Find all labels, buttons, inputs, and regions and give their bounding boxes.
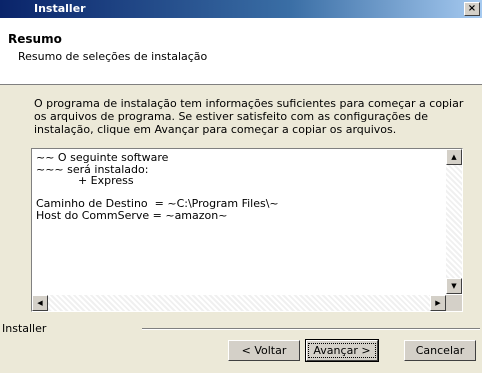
cancel-button[interactable]: Cancelar [404,340,476,361]
window-title: Installer [34,2,86,15]
back-button[interactable]: < Voltar [228,340,300,361]
next-button-label: Avançar > [308,343,376,358]
up-arrow-icon: ▲ [451,153,457,161]
page-subtitle: Resumo de seleções de instalação [18,50,208,63]
page-title: Resumo [8,32,62,46]
vertical-scrollbar[interactable]: ▲ ▼ [446,149,462,294]
right-arrow-icon: ▶ [435,299,441,307]
footer-divider [142,328,480,330]
scroll-up-button[interactable]: ▲ [446,149,462,165]
title-bar[interactable]: Installer × [0,0,482,18]
scroll-left-button[interactable]: ◀ [32,295,48,311]
installer-window: Installer × Resumo Resumo de seleções de… [0,0,482,373]
down-arrow-icon: ▼ [451,282,457,290]
scroll-right-button[interactable]: ▶ [430,295,446,311]
description-text: O programa de instalação tem informações… [34,97,464,136]
next-button[interactable]: Avançar > [305,339,379,362]
header-panel: Resumo Resumo de seleções de instalação [0,18,482,85]
summary-textbox[interactable]: ~~ O seguinte software ~~~ será instalad… [31,148,463,312]
back-button-label: < Voltar [241,344,287,357]
left-arrow-icon: ◀ [37,299,43,307]
summary-text: ~~ O seguinte software ~~~ será instalad… [36,151,279,222]
close-icon: × [467,3,477,14]
close-button[interactable]: × [464,2,480,16]
scroll-down-button[interactable]: ▼ [446,278,462,294]
cancel-button-label: Cancelar [415,344,465,357]
scrollbar-corner [446,295,462,311]
footer-label: Installer [2,322,47,335]
horizontal-scrollbar[interactable]: ◀ ▶ [32,295,446,311]
